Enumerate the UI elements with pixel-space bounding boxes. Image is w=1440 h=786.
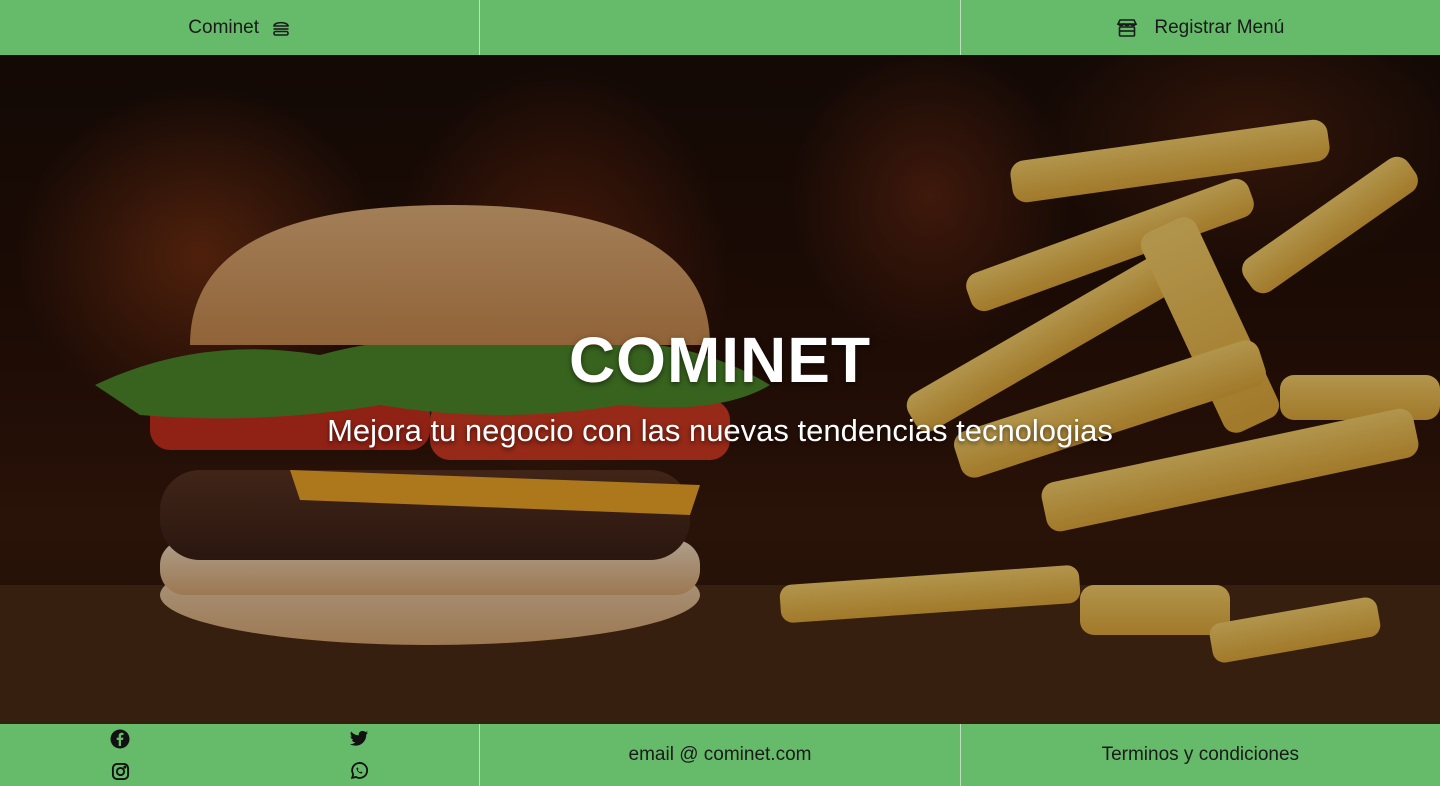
footer-bar: email @ cominet.com Terminos y condicion… (0, 724, 1440, 786)
instagram-icon[interactable] (109, 760, 131, 782)
register-menu-button[interactable]: Registrar Menú (959, 0, 1440, 55)
social-links (0, 724, 479, 786)
brand-link[interactable]: Cominet (0, 0, 479, 55)
twitter-icon[interactable] (348, 728, 370, 750)
facebook-icon[interactable] (109, 728, 131, 750)
brand-label: Cominet (188, 16, 260, 38)
whatsapp-icon[interactable] (348, 760, 370, 782)
hero-title: COMINET (568, 324, 872, 396)
hero-subtitle: Mejora tu negocio con las nuevas tendenc… (327, 413, 1113, 448)
terms-link[interactable]: Terminos y condiciones (959, 724, 1440, 786)
email-link[interactable]: email @ cominet.com (479, 724, 959, 786)
terms-text: Terminos y condiciones (1101, 744, 1300, 765)
email-text: email @ cominet.com (628, 744, 812, 765)
navbar-spacer (479, 0, 959, 55)
register-menu-label: Registrar Menú (1154, 16, 1285, 38)
hero-section: COMINET Mejora tu negocio con las nuevas… (0, 55, 1440, 724)
top-navbar: Cominet Registrar Menú (0, 0, 1440, 55)
burger-icon (271, 19, 291, 37)
store-icon (1116, 18, 1138, 38)
